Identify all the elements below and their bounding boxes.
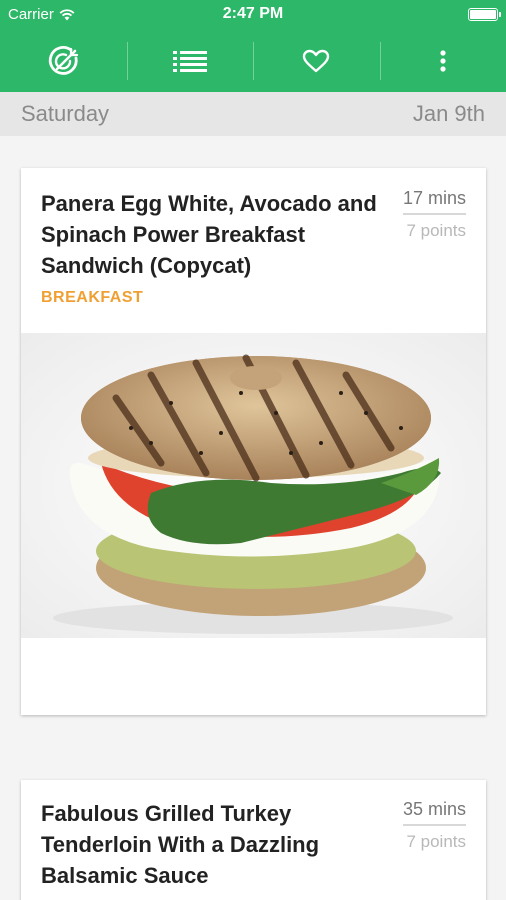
recipe-photo[interactable] <box>21 333 486 638</box>
recipe-card[interactable]: Panera Egg White, Avocado and Spinach Po… <box>21 168 486 715</box>
list-icon <box>172 51 207 72</box>
meal-planner-icon <box>49 46 79 75</box>
toolbar <box>0 30 506 92</box>
recipe-category: BREAKFAST <box>41 289 144 306</box>
recipe-points: 7 points <box>406 832 466 851</box>
recipe-title: Fabulous Grilled Turkey Tenderloin With … <box>41 801 320 888</box>
date-bar: Saturday Jan 9th <box>0 92 506 136</box>
day-label: Saturday <box>21 101 110 126</box>
more-vertical-icon <box>440 50 446 72</box>
favorites-button[interactable] <box>253 30 380 92</box>
sandwich-image <box>21 333 486 638</box>
heart-icon <box>303 49 330 73</box>
date-label: Jan 9th <box>412 101 485 126</box>
recipe-card[interactable]: Fabulous Grilled Turkey Tenderloin With … <box>21 780 486 900</box>
recipe-title: Panera Egg White, Avocado and Spinach Po… <box>41 191 377 278</box>
recipe-meta: 17 mins 7 points <box>402 188 466 241</box>
more-menu-button[interactable] <box>379 30 506 92</box>
status-time: 2:47 PM <box>222 5 284 22</box>
recipe-time: 17 mins <box>402 188 466 215</box>
recipe-points: 7 points <box>406 221 466 240</box>
battery-icon <box>468 8 501 21</box>
meal-planner-button[interactable] <box>0 30 127 92</box>
recipe-meta: 35 mins 7 points <box>402 799 466 852</box>
status-bar: Carrier 2:47 PM <box>0 0 506 30</box>
list-button[interactable] <box>126 30 254 92</box>
recipe-time: 35 mins <box>402 799 466 826</box>
